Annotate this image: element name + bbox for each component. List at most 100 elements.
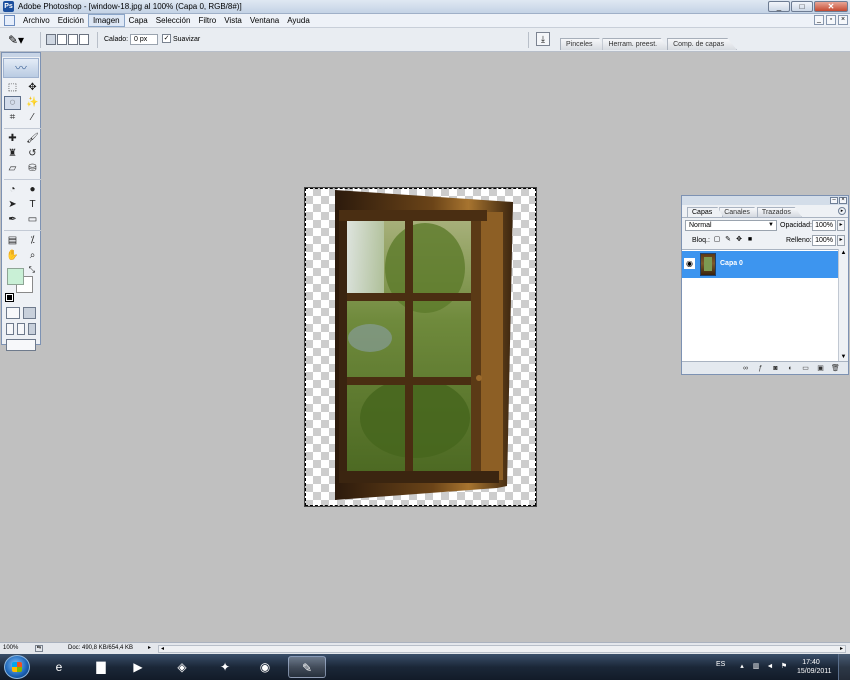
rectangle-shape-icon[interactable]: ▭ — [24, 213, 41, 227]
tab-canales[interactable]: Canales — [719, 207, 761, 217]
hand-icon[interactable]: ✋ — [4, 249, 21, 263]
menu-edicion[interactable]: Edición — [54, 15, 88, 26]
quick-mask-mode-icon[interactable] — [22, 307, 36, 319]
tab-pinceles[interactable]: Pinceles — [560, 38, 606, 50]
antialias-checkbox[interactable]: ✓ — [162, 34, 171, 43]
maximize-button[interactable]: □ — [791, 1, 813, 12]
navigator-icon[interactable]: ⇆ — [35, 645, 43, 652]
standard-screen-mode-icon[interactable] — [6, 323, 14, 335]
menu-ayuda[interactable]: Ayuda — [283, 15, 314, 26]
close-button[interactable]: ✕ — [814, 1, 848, 12]
trash-icon[interactable]: 🗑 — [831, 364, 840, 373]
menu-archivo[interactable]: Archivo — [19, 15, 54, 26]
notes-icon[interactable]: ▤ — [4, 234, 21, 248]
doc-close-button[interactable]: × — [838, 15, 848, 25]
status-menu-arrow-icon[interactable]: ▸ — [148, 644, 151, 651]
marquee-icon[interactable]: ⬚ — [4, 81, 21, 95]
layer-scrollbar[interactable]: ▲ ▼ — [838, 249, 848, 362]
toolbox-grip[interactable] — [2, 53, 40, 57]
language-indicator[interactable]: ES — [716, 661, 725, 668]
eraser-icon[interactable]: ▱ — [4, 162, 21, 176]
menu-seleccion[interactable]: Selección — [152, 15, 195, 26]
photoshop-icon[interactable]: ✎ — [288, 656, 326, 678]
horizontal-scrollbar[interactable]: ◂ ▸ — [158, 645, 846, 653]
full-screen-mode-icon[interactable] — [28, 323, 36, 335]
healing-brush-icon[interactable]: ✚ — [4, 132, 21, 146]
tab-herram-preest[interactable]: Herram. preest. — [602, 38, 671, 50]
lock-position-icon[interactable]: ✥ — [735, 236, 743, 244]
tab-trazados[interactable]: Trazados — [756, 207, 802, 217]
menu-vista[interactable]: Vista — [220, 15, 246, 26]
slice-icon[interactable]: ⁄ — [24, 111, 41, 125]
new-selection-icon[interactable] — [46, 34, 56, 45]
panel-close-button[interactable]: × — [839, 197, 847, 204]
network-icon[interactable]: ▥ — [752, 662, 760, 671]
default-colors-icon[interactable] — [5, 293, 14, 302]
start-button[interactable] — [4, 655, 30, 679]
new-layer-icon[interactable]: ▣ — [816, 364, 825, 373]
lock-transparency-icon[interactable]: ▢ — [713, 236, 721, 244]
standard-mode-icon[interactable] — [6, 307, 20, 319]
lasso-icon[interactable]: ◌ — [4, 96, 21, 110]
clock[interactable]: 17:40 15/09/2011 — [797, 658, 832, 676]
foreground-color-swatch[interactable] — [7, 268, 24, 285]
scroll-left-icon[interactable]: ◂ — [161, 645, 164, 652]
subtract-from-selection-icon[interactable] — [68, 34, 78, 45]
blend-mode-select[interactable]: Normal ▼ — [685, 220, 777, 231]
eye-icon[interactable]: ◉ — [684, 258, 695, 269]
chrome-icon[interactable]: ◉ — [246, 656, 284, 678]
group-icon[interactable]: ▭ — [801, 364, 810, 373]
blur-icon[interactable]: ◔ — [4, 183, 21, 197]
fill-input[interactable]: 100% — [812, 235, 836, 246]
document-icon[interactable] — [4, 15, 15, 26]
zoom-level[interactable]: 100% — [3, 645, 18, 651]
eyedropper-icon[interactable]: ⁒ — [24, 234, 41, 248]
scroll-up-icon[interactable]: ▲ — [839, 249, 848, 258]
move-icon[interactable]: ✥ — [24, 81, 41, 95]
doc-restore-button[interactable]: ▫ — [826, 15, 836, 25]
tool-preset-picker[interactable]: ✎▾ — [8, 32, 36, 48]
doc-minimize-button[interactable]: _ — [814, 15, 824, 25]
intersect-selection-icon[interactable] — [79, 34, 89, 45]
app-icon-2[interactable]: ✦ — [206, 656, 244, 678]
panel-titlebar[interactable]: – × — [682, 196, 848, 205]
crop-icon[interactable]: ⌗ — [4, 111, 21, 125]
opacity-input[interactable]: 100% — [812, 220, 836, 231]
clone-stamp-icon[interactable]: ♜ — [4, 147, 21, 161]
show-desktop-button[interactable] — [838, 654, 850, 680]
history-brush-icon[interactable]: ↺ — [24, 147, 41, 161]
pen-icon[interactable]: ✒ — [4, 213, 21, 227]
brush-icon[interactable]: 🖌 — [24, 132, 41, 146]
media-player-icon[interactable]: ▶ — [119, 656, 157, 678]
path-selection-icon[interactable]: ➤ — [4, 198, 21, 212]
menu-imagen[interactable]: Imagen — [87, 14, 125, 27]
volume-icon[interactable]: ◄ — [766, 662, 774, 671]
jump-to-imageready-icon[interactable] — [6, 339, 36, 351]
full-screen-menu-mode-icon[interactable] — [17, 323, 25, 335]
mask-icon[interactable]: ◙ — [771, 364, 780, 373]
layer-row[interactable]: ◉ Capa 0 — [682, 251, 838, 278]
panel-menu-icon[interactable]: ▸ — [838, 207, 846, 215]
magic-wand-icon[interactable]: ✨ — [24, 96, 41, 110]
explorer-folder-icon[interactable]: ▇ — [82, 656, 120, 678]
minimize-button[interactable]: _ — [768, 1, 790, 12]
panel-minimize-button[interactable]: – — [830, 197, 838, 204]
paint-bucket-icon[interactable]: ⛁ — [24, 162, 41, 176]
add-to-selection-icon[interactable] — [57, 34, 67, 45]
type-icon[interactable]: T — [24, 198, 41, 212]
document-canvas[interactable] — [304, 187, 537, 507]
scroll-right-icon[interactable]: ▸ — [840, 645, 843, 652]
flag-icon[interactable]: ⚑ — [780, 662, 788, 671]
feather-logo-icon[interactable]: 〰 — [3, 58, 39, 78]
layer-style-icon[interactable]: ƒ — [756, 364, 765, 373]
tab-comp-de-capas[interactable]: Comp. de capas — [667, 38, 738, 50]
lock-all-icon[interactable]: ■ — [746, 236, 754, 244]
layer-name[interactable]: Capa 0 — [720, 260, 743, 267]
tab-capas[interactable]: Capas — [687, 207, 724, 217]
menu-ventana[interactable]: Ventana — [246, 15, 283, 26]
file-browser-icon[interactable]: ⤓ — [536, 32, 550, 46]
opacity-stepper[interactable]: ▸ — [837, 220, 845, 231]
dodge-icon[interactable]: ● — [24, 183, 41, 197]
internet-explorer-icon[interactable]: e — [40, 656, 78, 678]
menu-capa[interactable]: Capa — [125, 15, 152, 26]
